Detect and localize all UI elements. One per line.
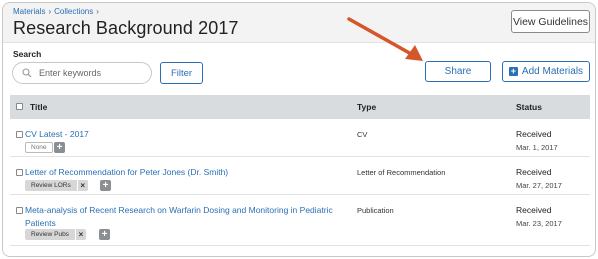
table-row: Meta-analysis of Recent Research on Warf… (10, 195, 590, 246)
tag-none: None (25, 142, 53, 153)
breadcrumb: Materials › Collections › (13, 7, 99, 16)
column-type[interactable]: Type (357, 102, 376, 112)
add-materials-label: Add Materials (521, 66, 584, 77)
add-tag-icon[interactable]: + (100, 180, 111, 191)
tag-chip: Review Pubs × (25, 229, 86, 240)
tag-label: Review Pubs (31, 231, 69, 238)
column-title[interactable]: Title (30, 102, 47, 112)
plus-square-icon: + (508, 66, 518, 76)
material-title-link[interactable]: Meta-analysis of Recent Research on Warf… (25, 204, 347, 229)
material-type: CV (357, 130, 368, 139)
search-box[interactable] (12, 62, 152, 84)
search-label: Search (13, 49, 42, 59)
breadcrumb-materials[interactable]: Materials (13, 7, 45, 16)
material-title-link[interactable]: Letter of Recommendation for Peter Jones… (25, 166, 347, 179)
collection-page: Materials › Collections › Research Backg… (2, 2, 596, 257)
row-checkbox[interactable] (16, 169, 23, 176)
filter-button[interactable]: Filter (160, 62, 203, 84)
status-date: Mar. 1, 2017 (516, 143, 558, 152)
status-text: Received (516, 167, 552, 177)
column-status[interactable]: Status (516, 102, 542, 112)
table-header: Title Type Status (10, 95, 590, 119)
search-input[interactable] (39, 68, 144, 78)
add-tag-icon[interactable]: + (99, 229, 110, 240)
add-materials-button[interactable]: + Add Materials (502, 61, 590, 82)
page-header: Materials › Collections › Research Backg… (3, 3, 595, 43)
status-date: Mar. 27, 2017 (516, 181, 562, 190)
breadcrumb-separator: › (96, 7, 99, 16)
row-checkbox[interactable] (16, 207, 23, 214)
tag-chip: Review LORs × (25, 180, 88, 191)
row-checkbox[interactable] (16, 131, 23, 138)
material-type: Letter of Recommendation (357, 168, 446, 177)
search-icon (21, 67, 33, 79)
material-type: Publication (357, 206, 394, 215)
table-row: CV Latest - 2017 None + CV Received Mar.… (10, 119, 590, 157)
status-text: Received (516, 205, 552, 215)
select-all-checkbox[interactable] (16, 103, 23, 110)
breadcrumb-separator: › (48, 7, 52, 16)
add-tag-icon[interactable]: + (54, 142, 65, 153)
remove-tag-icon[interactable]: × (74, 229, 86, 240)
tag-label: Review LORs (31, 182, 71, 189)
annotation-arrow-icon (347, 17, 423, 61)
share-button[interactable]: Share (425, 61, 491, 82)
status-text: Received (516, 129, 552, 139)
breadcrumb-collections[interactable]: Collections (54, 7, 93, 16)
status-date: Mar. 23, 2017 (516, 219, 562, 228)
remove-tag-icon[interactable]: × (76, 180, 88, 191)
table-row: Letter of Recommendation for Peter Jones… (10, 157, 590, 195)
view-guidelines-button[interactable]: View Guidelines (511, 10, 590, 33)
material-title-link[interactable]: CV Latest - 2017 (25, 128, 347, 141)
page-title: Research Background 2017 (13, 18, 239, 38)
